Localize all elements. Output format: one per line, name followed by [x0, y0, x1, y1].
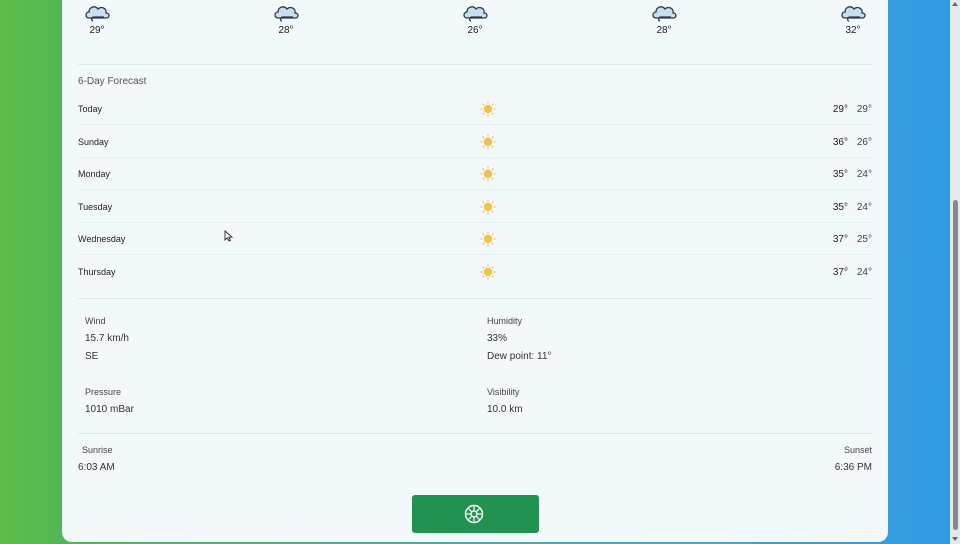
forecast-day: Thursday [78, 267, 116, 277]
forecast-low: 24° [856, 169, 872, 180]
dew-point: Dew point: 11° [487, 351, 552, 362]
wind-detail: Wind 15.7 km/h SE [85, 316, 129, 362]
divider [78, 64, 872, 65]
hourly-item: 28° [256, 0, 316, 36]
forecast-low: 29° [856, 104, 872, 115]
hourly-temp: 28° [278, 25, 294, 36]
humidity-detail: Humidity 33% Dew point: 11° [487, 316, 551, 362]
forecast-high: 37° [832, 234, 848, 245]
cloud-icon [85, 6, 110, 22]
sun-icon [480, 134, 496, 150]
sun-icon [480, 231, 496, 247]
forecast-high: 37° [832, 267, 848, 278]
forecast-row: Sunday 36° 26° [78, 126, 872, 158]
row-divider [78, 124, 872, 125]
forecast-row: Wednesday 37° 25° [78, 223, 872, 255]
sun-icon [480, 199, 496, 215]
hourly-temp: 32° [845, 25, 861, 36]
sunrise-time: 6:03 AM [78, 462, 115, 473]
forecast-day: Tuesday [78, 202, 113, 212]
cloud-icon [274, 6, 299, 22]
scroll-thumb[interactable] [953, 200, 958, 530]
forecast-day: Sunday [78, 137, 109, 147]
cloud-icon [463, 6, 488, 22]
forecast-day: Monday [78, 169, 111, 179]
cloud-icon [841, 6, 866, 22]
sun-icon [480, 101, 496, 117]
humidity-value: 33% [487, 333, 508, 344]
cloud-icon [652, 6, 677, 22]
hourly-temp: 28° [656, 25, 672, 36]
forecast-day: Wednesday [78, 234, 126, 244]
forecast-row: Thursday 37° 24° [78, 256, 872, 288]
wind-direction: SE [85, 351, 99, 362]
forecast-row: Today 29° 29° [78, 93, 872, 125]
forecast-high: 35° [832, 202, 848, 213]
visibility-label: Visibility [487, 387, 520, 397]
forecast-row: Tuesday 35° 24° [78, 191, 872, 223]
hourly-item: 28° [634, 0, 694, 36]
sunrise-label: Sunrise [82, 445, 113, 455]
hourly-item: 32° [823, 0, 883, 36]
forecast-low: 26° [856, 137, 872, 148]
pressure-value: 1010 mBar [85, 404, 134, 415]
forecast-title: 6-Day Forecast [78, 76, 147, 87]
sunset-time: 6:36 PM [834, 462, 872, 473]
mouse-cursor-icon [224, 230, 233, 242]
forecast-row: Monday 35° 24° [78, 158, 872, 190]
refresh-button[interactable] [412, 495, 539, 533]
humidity-label: Humidity [487, 316, 523, 326]
scroll-up-arrow-icon[interactable] [952, 2, 958, 6]
visibility-detail: Visibility 10.0 km [487, 387, 523, 415]
sun-icon [480, 166, 496, 182]
sunset-label: Sunset [843, 445, 872, 455]
sunset-detail: Sunset 6:36 PM [835, 445, 872, 473]
hourly-temp: 26° [467, 25, 483, 36]
hourly-item: 29° [67, 0, 127, 36]
forecast-day: Today [78, 104, 103, 114]
divider [78, 298, 872, 299]
forecast-low: 24° [856, 202, 872, 213]
aperture-icon [464, 504, 484, 524]
forecast-high: 29° [832, 104, 848, 115]
wind-label: Wind [85, 316, 106, 326]
sun-icon [480, 264, 496, 280]
forecast-low: 25° [856, 234, 872, 245]
pressure-detail: Pressure 1010 mBar [85, 387, 134, 415]
hourly-item: 26° [445, 0, 505, 36]
pressure-label: Pressure [85, 387, 122, 397]
wind-speed: 15.7 km/h [85, 333, 129, 344]
row-divider [78, 254, 872, 255]
forecast-high: 35° [832, 169, 848, 180]
row-divider [78, 189, 872, 190]
sunrise-detail: Sunrise 6:03 AM [78, 445, 115, 473]
hourly-temp: 29° [89, 25, 105, 36]
visibility-value: 10.0 km [487, 404, 523, 415]
forecast-high: 36° [832, 137, 848, 148]
divider [78, 433, 872, 434]
forecast-low: 24° [856, 267, 872, 278]
weather-card: 29° 28° 26° 28° 32° 6-Day Forecast Today… [62, 0, 888, 542]
page-scrollbar[interactable] [950, 0, 960, 544]
hourly-forecast: 29° 28° 26° 28° 32° [62, 0, 888, 44]
scroll-down-arrow-icon[interactable] [952, 537, 958, 541]
